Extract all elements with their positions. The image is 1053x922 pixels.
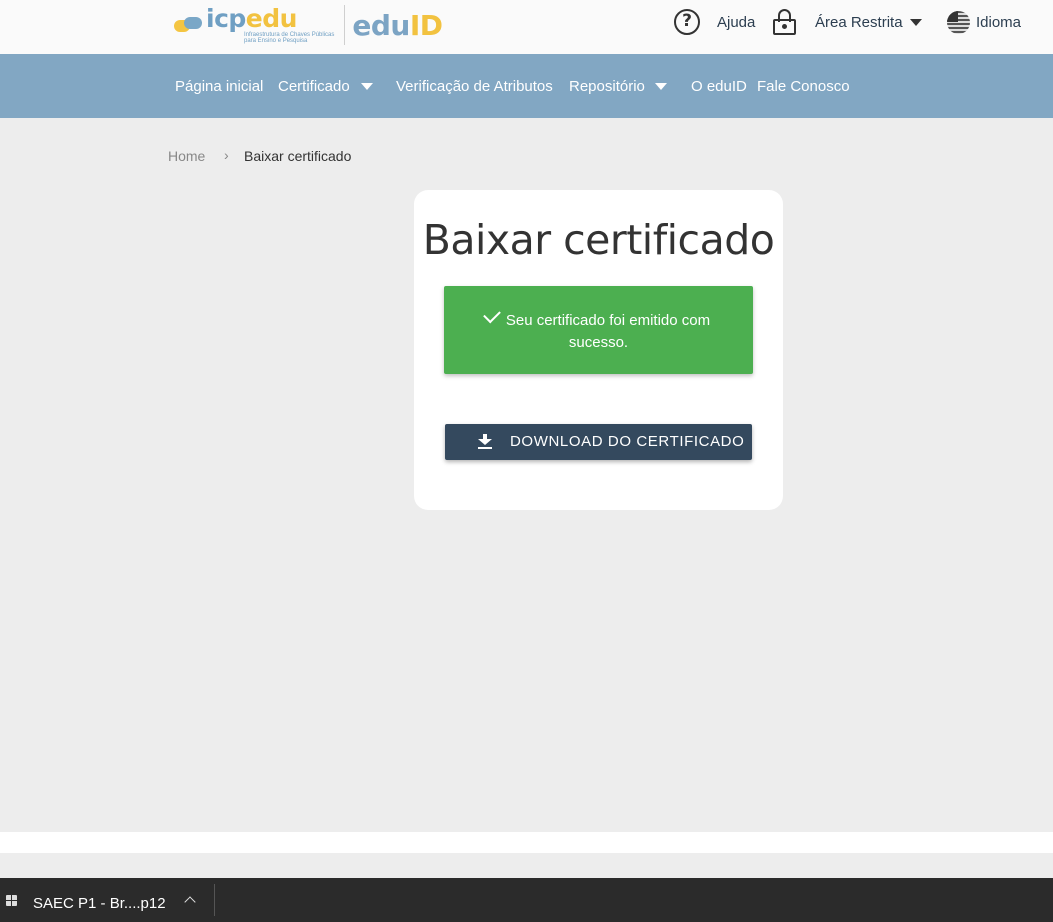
question-circle-icon[interactable]: ? xyxy=(674,9,700,35)
nav-item-verificacao[interactable]: Verificação de Atributos xyxy=(396,78,553,95)
nav-item-o-eduid[interactable]: O eduID xyxy=(691,78,747,95)
check-icon xyxy=(483,305,501,324)
app-grid-icon[interactable] xyxy=(6,895,17,906)
us-flag-icon[interactable] xyxy=(947,11,970,34)
main-navbar: Página inicial Certificado Verificação d… xyxy=(0,54,1053,118)
help-link[interactable]: Ajuda xyxy=(717,14,755,31)
chevron-up-icon[interactable] xyxy=(184,896,196,908)
download-card: Baixar certificado Seu certificado foi e… xyxy=(414,190,783,510)
chevron-down-icon[interactable] xyxy=(655,83,667,90)
footer-band xyxy=(0,832,1053,853)
icpedu-logo-mark-icon xyxy=(172,13,204,37)
top-header: icpedu Infraestrutura de Chaves Públicas… xyxy=(0,0,1053,54)
icpedu-wordmark: icpedu xyxy=(206,3,297,33)
taskbar-window-item[interactable]: SAEC P1 - Br....p12 xyxy=(33,895,166,912)
nav-item-certificado[interactable]: Certificado xyxy=(278,78,350,95)
download-button-label: DOWNLOAD DO CERTIFICADO xyxy=(510,433,745,450)
download-certificate-button[interactable]: DOWNLOAD DO CERTIFICADO xyxy=(445,424,752,460)
breadcrumb-current: Baixar certificado xyxy=(244,148,352,164)
taskbar-divider xyxy=(214,884,215,916)
icpedu-subtitle: Infraestrutura de Chaves Públicas para E… xyxy=(244,31,335,44)
breadcrumb-separator-icon: › xyxy=(224,147,229,163)
restricted-area-menu[interactable]: Área Restrita xyxy=(815,14,903,31)
nav-item-fale-conosco[interactable]: Fale Conosco xyxy=(757,78,850,95)
os-taskbar: SAEC P1 - Br....p12 xyxy=(0,878,1053,922)
lock-icon[interactable] xyxy=(773,9,796,35)
eduid-wordmark: eduID xyxy=(352,8,443,42)
chevron-down-icon[interactable] xyxy=(361,83,373,90)
breadcrumb-home[interactable]: Home xyxy=(168,148,205,164)
nav-item-home[interactable]: Página inicial xyxy=(175,78,263,95)
site-logo[interactable]: icpedu Infraestrutura de Chaves Públicas… xyxy=(172,4,443,46)
success-alert: Seu certificado foi emitido com sucesso. xyxy=(444,286,753,374)
language-menu[interactable]: Idioma xyxy=(976,14,1021,31)
page-title: Baixar certificado xyxy=(422,216,775,264)
success-message: Seu certificado foi emitido com sucesso. xyxy=(505,312,711,351)
logo-divider xyxy=(344,5,346,45)
nav-item-repositorio[interactable]: Repositório xyxy=(569,78,645,95)
download-icon xyxy=(478,434,492,450)
chevron-down-icon[interactable] xyxy=(910,19,922,26)
